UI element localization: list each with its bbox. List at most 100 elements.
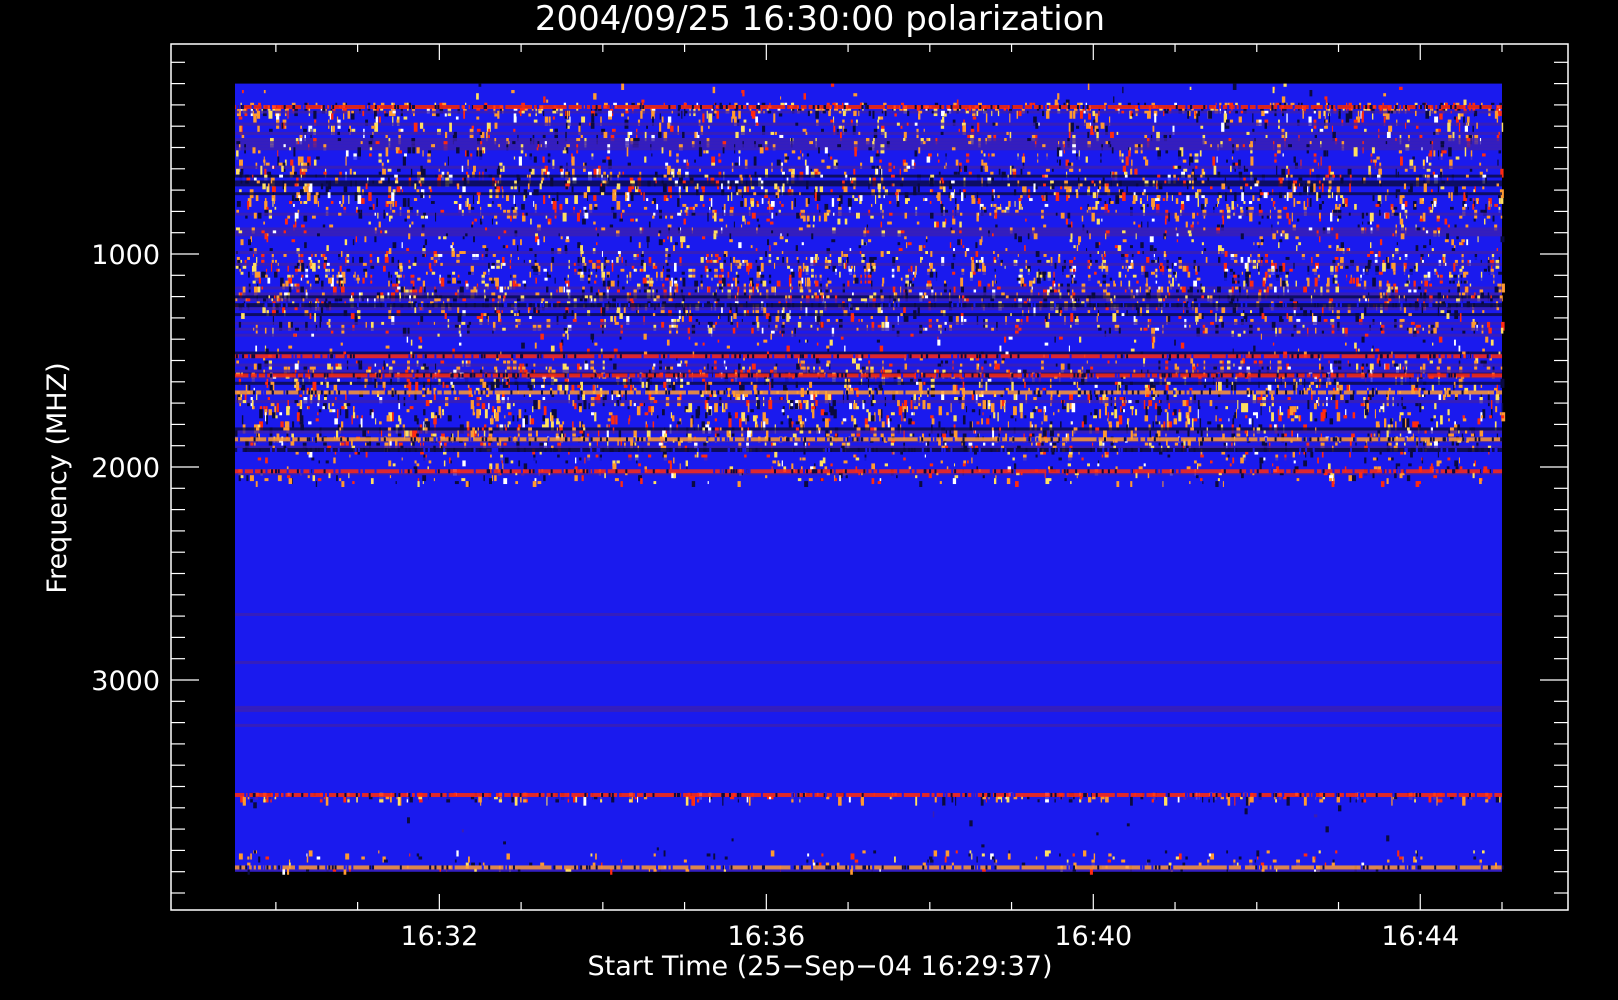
spectrogram-pixel	[287, 110, 289, 119]
spectrogram-pixel	[813, 215, 816, 222]
spectrogram-pixel	[625, 195, 628, 199]
spectrogram-pixel	[719, 262, 724, 269]
spectrogram-pixel	[606, 274, 610, 278]
spectrogram-pixel	[796, 363, 800, 370]
spectrogram-pixel	[851, 180, 854, 184]
spectrogram-pixel	[303, 230, 307, 234]
spectrogram-pixel	[289, 147, 291, 151]
spectrogram-pixel	[1044, 174, 1049, 178]
spectrogram-pixel	[288, 345, 293, 349]
spectrogram-pixel	[374, 212, 377, 216]
spectrogram-pixel	[670, 215, 674, 219]
spectrogram-pixel	[1429, 141, 1432, 145]
spectrogram-pixel	[1345, 342, 1347, 346]
spectrogram-pixel	[340, 342, 343, 346]
spectrogram-pixel	[571, 156, 575, 166]
spectrogram-pixel	[1450, 110, 1452, 114]
spectrogram-pixel	[1060, 283, 1064, 287]
spectrogram-pixel	[1355, 313, 1360, 322]
spectrogram-pixel	[494, 215, 498, 219]
spectrogram-pixel	[1086, 230, 1089, 234]
spectrogram-pixel	[461, 321, 466, 325]
spectrogram-pixel	[287, 215, 291, 219]
spectrogram-pixel	[980, 150, 983, 154]
spectrogram-pixel	[611, 262, 614, 272]
spectrogram-pixel	[849, 183, 853, 187]
spectrogram-pixel	[1442, 150, 1447, 154]
spectrogram-pixel	[1283, 206, 1288, 210]
spectrogram-pixel	[1020, 168, 1023, 175]
spectrogram-pixel	[587, 195, 589, 202]
spectrogram-pixel	[882, 186, 886, 190]
spectrogram-pixel	[362, 277, 365, 284]
spectrogram-pixel	[1437, 274, 1439, 278]
spectrogram-pixel	[807, 339, 809, 343]
spectrogram-pixel	[819, 360, 821, 364]
spectrogram-pixel	[340, 203, 343, 207]
spectrogram-pixel	[719, 286, 723, 290]
spectrogram-pixel	[529, 271, 531, 278]
spectrogram-pixel	[892, 286, 896, 293]
spectrogram-pixel	[1430, 189, 1433, 193]
spectrogram-pixel	[875, 195, 877, 204]
spectrogram-pixel	[1217, 201, 1220, 204]
spectrogram-pixel	[1494, 203, 1498, 207]
spectrogram-pixel	[870, 316, 873, 319]
spectrogram-pixel	[751, 212, 756, 219]
spectrogram-pixel	[525, 153, 527, 157]
spectrogram-pixel	[345, 156, 347, 166]
spectrogram-pixel	[1215, 203, 1217, 207]
spectrogram-pixel	[620, 268, 625, 272]
spectrogram-pixel	[271, 298, 274, 302]
spectrogram-pixel	[558, 286, 563, 293]
spectrogram-pixel	[239, 125, 242, 132]
spectrogram-pixel	[1299, 183, 1301, 187]
spectrogram-pixel	[1005, 295, 1009, 299]
spectrogram-pixel	[1105, 307, 1109, 311]
spectrogram-pixel	[1216, 198, 1220, 202]
spectrogram-pixel	[838, 125, 843, 129]
spectrogram-pixel	[680, 242, 683, 249]
spectrogram-pixel	[646, 236, 650, 243]
spectrogram-pixel	[1454, 224, 1457, 228]
spectrogram-pixel	[335, 363, 339, 367]
spectrogram-pixel	[1314, 134, 1318, 139]
spectrogram-pixel	[819, 209, 821, 213]
spectrogram-pixel	[971, 259, 974, 263]
spectrogram-pixel	[1067, 363, 1071, 370]
spectrogram-pixel	[931, 110, 934, 114]
spectrogram-pixel	[355, 209, 358, 213]
spectrogram-pixel	[812, 224, 815, 228]
spectrogram-pixel	[457, 183, 460, 190]
spectrogram-pixel	[799, 316, 801, 319]
spectrogram-pixel	[1500, 198, 1504, 204]
spectrogram-pixel	[492, 201, 494, 204]
spectrogram-pixel	[1318, 110, 1321, 119]
spectrogram-pixel	[1067, 162, 1072, 166]
spectrogram-pixel	[300, 156, 304, 163]
spectrogram-pixel	[284, 186, 286, 193]
spectrogram-pixel	[1083, 110, 1086, 114]
spectrogram-pixel	[565, 280, 568, 284]
spectrogram-pixel	[1044, 203, 1049, 207]
spectrogram-pixel	[870, 215, 874, 219]
spectrogram-pixel	[688, 336, 691, 340]
spectrogram-pixel	[1395, 138, 1397, 142]
spectrogram-pixel	[1451, 192, 1453, 202]
spectrogram-pixel	[382, 168, 386, 175]
spectrogram-pixel	[685, 212, 688, 216]
spectrogram-pixel	[781, 203, 784, 207]
spectrogram-pixel	[1095, 113, 1098, 123]
spectrogram-pixel	[1176, 233, 1179, 237]
spectrogram-pixel	[385, 147, 389, 157]
spectrogram-pixel	[1331, 192, 1334, 199]
spectrogram-pixel	[470, 206, 475, 210]
spectrogram-pixel	[387, 195, 391, 199]
spectrogram-pixel	[326, 245, 329, 252]
spectrogram-pixel	[381, 321, 385, 325]
spectrogram-pixel	[595, 292, 599, 296]
spectrogram-pixel	[616, 289, 621, 293]
spectrogram-pixel	[1461, 186, 1466, 190]
spectrogram-pixel	[1415, 245, 1419, 252]
spectrogram-pixel	[322, 224, 326, 228]
